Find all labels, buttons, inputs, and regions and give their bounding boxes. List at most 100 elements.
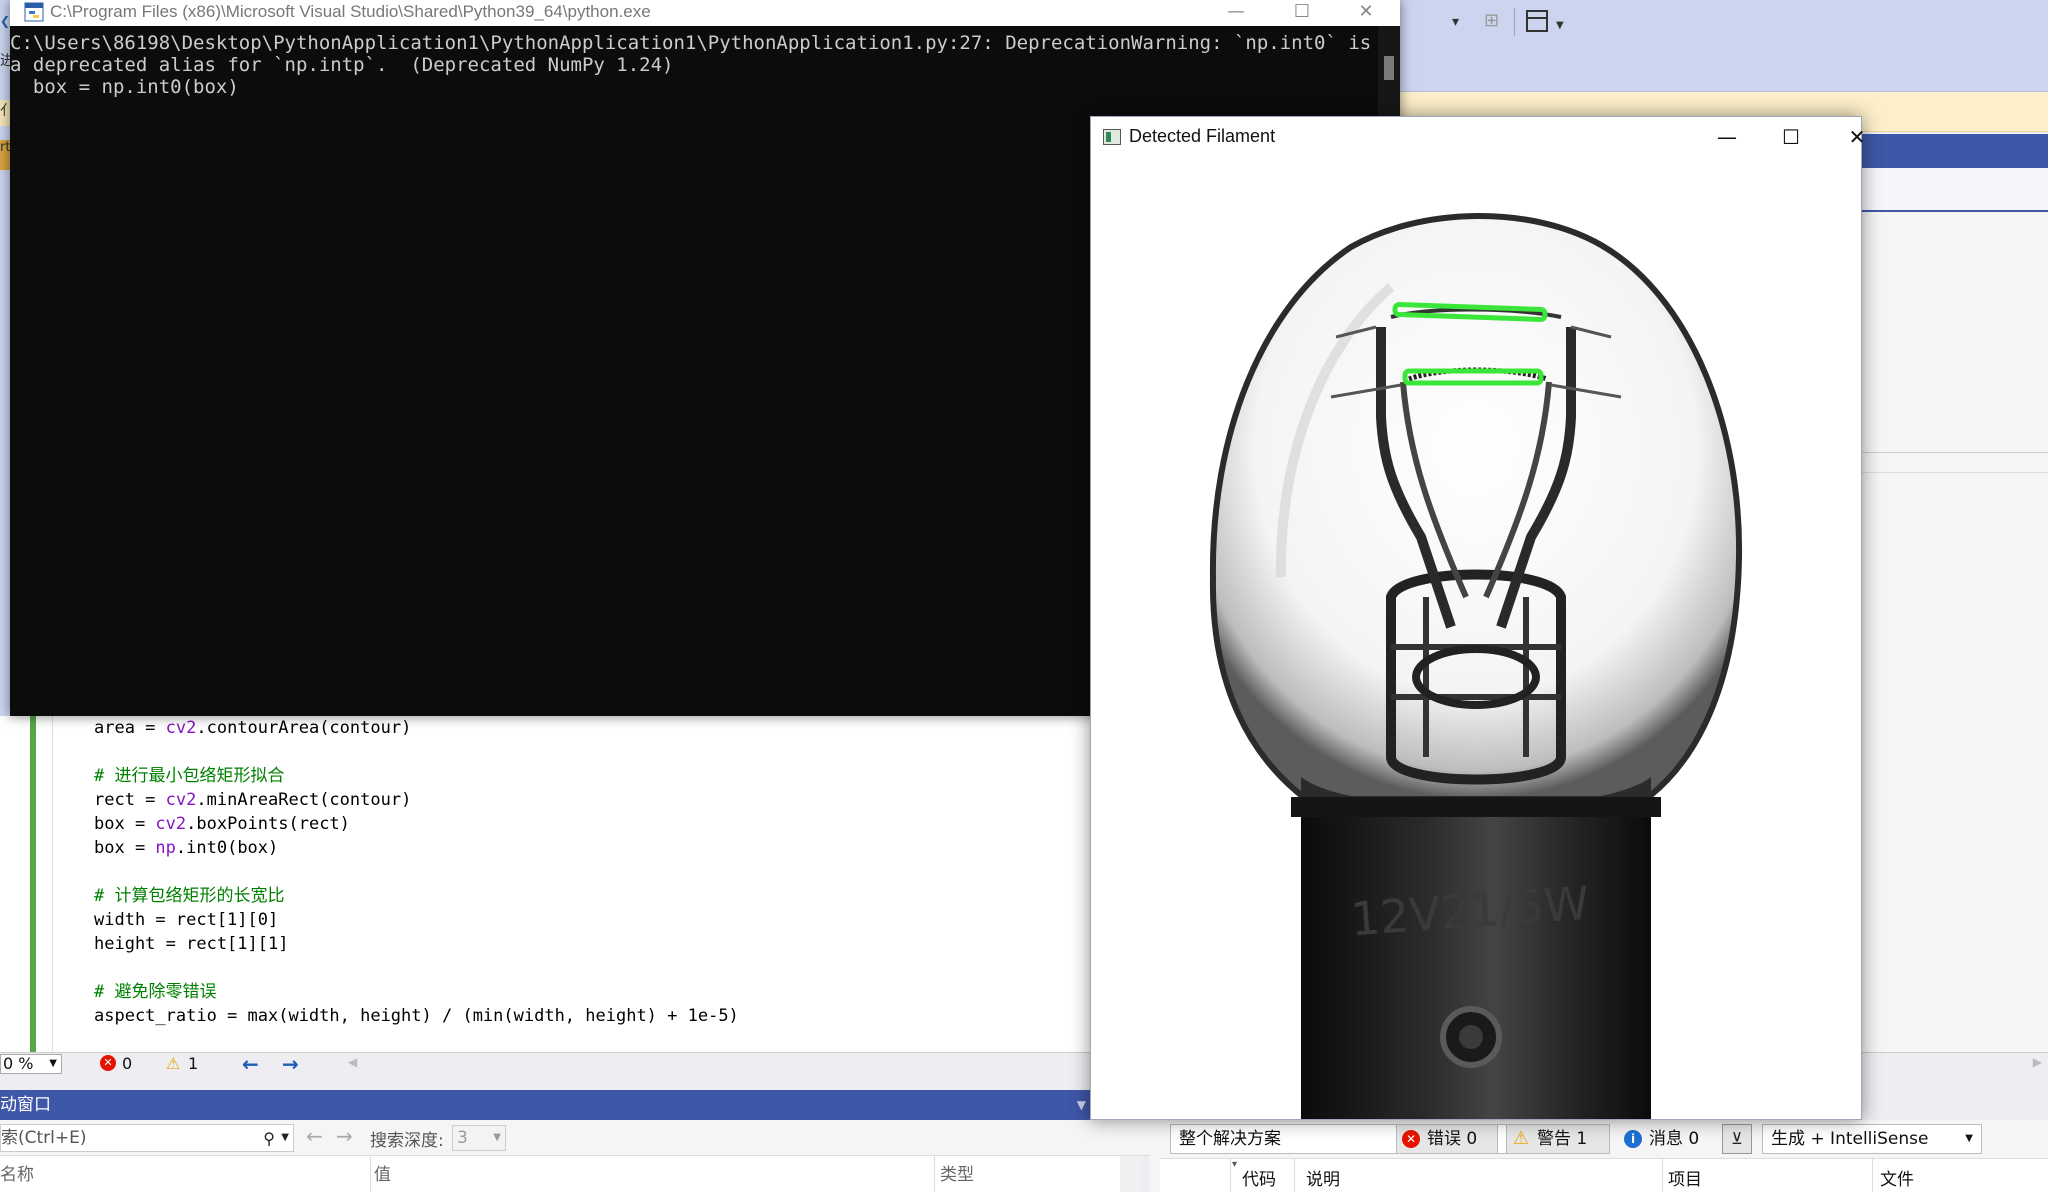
console-line: box = np.int0(box) bbox=[10, 76, 239, 98]
right-panel-toolbar bbox=[1860, 168, 2048, 212]
code-text: rect = bbox=[94, 790, 166, 810]
image-window[interactable]: Detected Filament — ☐ ✕ 12V21/5W bbox=[1090, 116, 1865, 1120]
close-button[interactable]: ✕ bbox=[1336, 0, 1396, 26]
code-line: box = np.int0(box) bbox=[94, 836, 739, 860]
build-filter-value: 生成 + IntelliSense bbox=[1771, 1129, 1929, 1149]
column-divider[interactable] bbox=[1230, 1159, 1231, 1192]
search-depth-value: 3 bbox=[457, 1128, 468, 1148]
column-header-project[interactable]: 项目 bbox=[1668, 1165, 1702, 1190]
divider bbox=[1860, 472, 2048, 473]
error-count[interactable]: 0 bbox=[122, 1054, 132, 1073]
filter-icon[interactable]: ⊻ bbox=[1722, 1124, 1752, 1154]
column-header-value[interactable]: 值 bbox=[374, 1160, 391, 1185]
minimize-button[interactable]: — bbox=[1206, 0, 1266, 26]
chevron-down-icon: ▼ bbox=[49, 1058, 57, 1069]
chevron-down-icon: ▼ bbox=[1965, 1133, 1973, 1144]
chevron-down-icon[interactable]: ▾ bbox=[1452, 14, 1459, 30]
warnings-filter-button[interactable]: ⚠ 警告 1 bbox=[1506, 1124, 1610, 1154]
lock-icon[interactable]: ⊞ bbox=[1484, 10, 1506, 32]
search-depth-select[interactable]: 3 ▼ bbox=[452, 1125, 506, 1151]
column-header-description[interactable]: 说明 bbox=[1306, 1165, 1340, 1190]
indent-guide bbox=[52, 716, 53, 1052]
code-comment: # 计算包络矩形的长宽比 bbox=[94, 886, 285, 906]
code-editor[interactable]: area = cv2.contourArea(contour) # 进行最小包络… bbox=[0, 716, 1090, 1052]
messages-filter-button[interactable]: i 消息 0 bbox=[1618, 1124, 1718, 1154]
code-text: box = bbox=[94, 814, 156, 834]
column-divider[interactable] bbox=[370, 1156, 371, 1192]
scroll-left-icon[interactable]: ◀ bbox=[348, 1055, 357, 1069]
column-header-file[interactable]: 文件 bbox=[1880, 1165, 1914, 1190]
code-text: .contourArea(contour) bbox=[196, 718, 412, 738]
zoom-dropdown[interactable]: 0 % ▼ bbox=[0, 1054, 62, 1074]
bulb-base bbox=[1301, 807, 1651, 1119]
column-divider[interactable] bbox=[1872, 1159, 1873, 1192]
toolbar-separator bbox=[1514, 8, 1515, 36]
image-window-titlebar[interactable]: Detected Filament — ☐ ✕ bbox=[1091, 117, 1865, 157]
chevron-down-icon[interactable]: ▼ bbox=[1556, 20, 1564, 31]
vertical-scrollbar[interactable] bbox=[1120, 1156, 1140, 1192]
scrollbar-thumb[interactable] bbox=[1384, 56, 1394, 80]
bulb-glass bbox=[1209, 213, 1743, 802]
error-list-header: ▾ 代码 说明 项目 文件 bbox=[1160, 1158, 2048, 1192]
code-line: height = rect[1][1] bbox=[94, 934, 289, 954]
auto-window-toolbar: 索(Ctrl+E) ⚲ ▼ ← → 搜索深度: 3 ▼ bbox=[0, 1120, 1150, 1156]
code-module: cv2 bbox=[155, 814, 187, 834]
sort-indicator-icon: ▾ bbox=[1232, 1159, 1238, 1170]
code-line: box = cv2.boxPoints(rect) bbox=[94, 812, 739, 836]
code-module: cv2 bbox=[165, 790, 197, 810]
search-placeholder: 索(Ctrl+E) bbox=[1, 1128, 87, 1148]
code-module: cv2 bbox=[165, 718, 197, 738]
console-titlebar[interactable]: C:\Program Files (x86)\Microsoft Visual … bbox=[10, 0, 1400, 26]
auto-window-title[interactable]: 动窗口 ▼ bbox=[0, 1090, 1090, 1120]
code-text: box = bbox=[94, 838, 156, 858]
light-bulb-image: 12V21/5W bbox=[1209, 213, 1743, 1119]
column-divider[interactable] bbox=[1294, 1159, 1295, 1192]
warning-count[interactable]: 1 bbox=[188, 1054, 198, 1073]
base-pin-center bbox=[1459, 1025, 1483, 1049]
code-line: width = rect[1][0] bbox=[94, 910, 279, 930]
code-module: np bbox=[155, 838, 176, 858]
warning-icon: ⚠ bbox=[1512, 1128, 1530, 1149]
search-icon[interactable]: ⚲ bbox=[263, 1126, 275, 1152]
change-tracking-bar bbox=[30, 716, 36, 1052]
column-header-type[interactable]: 类型 bbox=[940, 1160, 974, 1185]
arrow-left-icon[interactable]: ← bbox=[306, 1124, 323, 1148]
auto-window-grid: 名称 值 类型 bbox=[0, 1156, 1140, 1192]
code-text: .int0(box) bbox=[175, 838, 279, 858]
scroll-right-icon[interactable]: ▶ bbox=[2033, 1055, 2042, 1069]
chevron-down-icon: ▼ bbox=[493, 1132, 501, 1143]
code-text: .minAreaRect(contour) bbox=[196, 790, 412, 810]
back-arrow-icon[interactable]: ❮ bbox=[0, 14, 10, 28]
close-button[interactable]: ✕ bbox=[1827, 121, 1887, 153]
maximize-button[interactable]: ☐ bbox=[1761, 121, 1821, 153]
column-divider[interactable] bbox=[1662, 1159, 1663, 1192]
column-header-name[interactable]: 名称 bbox=[0, 1160, 34, 1185]
minimize-button[interactable]: — bbox=[1697, 121, 1757, 153]
chevron-down-icon[interactable]: ▼ bbox=[281, 1125, 289, 1151]
base-collar bbox=[1291, 797, 1661, 817]
code-lines[interactable]: area = cv2.contourArea(contour) # 进行最小包络… bbox=[94, 716, 739, 1028]
python-icon bbox=[24, 2, 44, 22]
warning-icon[interactable]: ⚠ bbox=[166, 1054, 180, 1073]
errors-filter-button[interactable]: ✕ 错误 0 bbox=[1396, 1124, 1498, 1154]
right-panel-title[interactable] bbox=[1860, 134, 2048, 168]
arrow-right-icon[interactable]: → bbox=[282, 1052, 299, 1076]
code-comment: # 进行最小包络矩形拟合 bbox=[94, 766, 285, 786]
column-divider[interactable] bbox=[934, 1156, 935, 1192]
editor-status-bar: 0 % ▼ ✕ 0 ⚠ 1 ← → ◀ bbox=[0, 1052, 1090, 1076]
search-depth-label: 搜索深度: bbox=[370, 1131, 444, 1151]
console-line: C:\Users\86198\Desktop\PythonApplication… bbox=[10, 32, 1372, 54]
column-header-code[interactable]: 代码 bbox=[1242, 1165, 1276, 1190]
window-layout-icon[interactable] bbox=[1526, 10, 1548, 32]
console-title: C:\Program Files (x86)\Microsoft Visual … bbox=[50, 2, 651, 21]
search-input[interactable]: 索(Ctrl+E) ⚲ ▼ bbox=[0, 1124, 294, 1152]
arrow-left-icon[interactable]: ← bbox=[242, 1052, 259, 1076]
maximize-button[interactable]: ☐ bbox=[1272, 0, 1332, 26]
chevron-down-icon[interactable]: ▼ bbox=[1077, 1090, 1086, 1120]
arrow-right-icon[interactable]: → bbox=[336, 1124, 353, 1148]
build-filter-dropdown[interactable]: 生成 + IntelliSense ▼ bbox=[1762, 1124, 1982, 1154]
error-icon[interactable]: ✕ bbox=[100, 1055, 116, 1071]
app-icon bbox=[1103, 129, 1121, 145]
